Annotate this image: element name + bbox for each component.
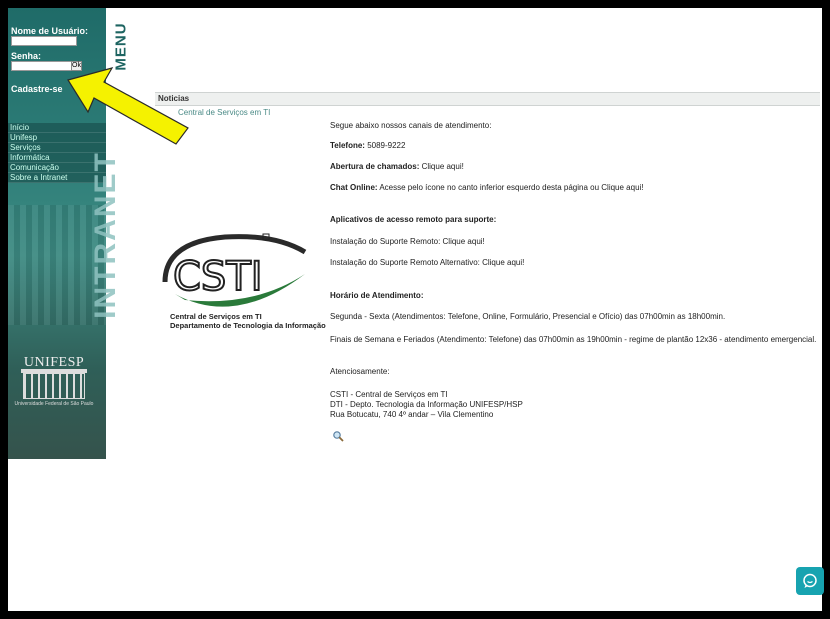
unifesp-building-icon	[21, 369, 87, 399]
chat-button[interactable]	[796, 567, 824, 595]
remote-link-1[interactable]: Instalação do Suporte Remoto: Clique aqu…	[330, 237, 485, 246]
intro-text: Segue abaixo nossos canais de atendiment…	[330, 121, 492, 130]
chat-line: Chat Online: Acesse pelo ícone no canto …	[330, 183, 644, 192]
tickets-link[interactable]: Clique aqui!	[419, 162, 464, 171]
intranet-label: INTRANET	[86, 140, 122, 320]
magnifier-icon[interactable]	[332, 430, 344, 442]
tickets-label: Abertura de chamados:	[330, 162, 420, 171]
register-link[interactable]: Cadastre-se	[11, 84, 63, 94]
remote-heading: Aplicativos de acesso remoto para suport…	[330, 215, 496, 224]
phone-value: 5089-9222	[364, 141, 406, 150]
chat-bubble-icon	[803, 573, 817, 588]
chat-label: Chat Online:	[330, 183, 378, 192]
phone-line: Telefone: 5089-9222	[330, 141, 405, 150]
hours-heading: Horário de Atendimento:	[330, 291, 423, 300]
csti-caption-line2: Departamento de Tecnologia da Informação	[170, 321, 326, 330]
hours-heading-text: Horário de Atendimento:	[330, 291, 424, 300]
csti-caption: Central de Serviços em TI Departamento d…	[170, 312, 326, 330]
csti-caption-line1: Central de Serviços em TI	[170, 312, 262, 321]
chat-link[interactable]: Acesse pelo ícone no canto inferior esqu…	[378, 183, 643, 192]
csti-logo-text: CSTI	[173, 254, 263, 300]
signature-line-2: DTI - Depto. Tecnologia da Informação UN…	[330, 400, 523, 409]
username-input[interactable]	[11, 36, 77, 46]
tickets-line: Abertura de chamados: Clique aqui!	[330, 162, 464, 171]
password-label: Senha:	[11, 51, 42, 61]
regards-text: Atenciosamente:	[330, 367, 390, 376]
signature-line-3: Rua Botucatu, 740 4º andar – Vila Clemen…	[330, 410, 494, 419]
intranet-text: INTRANET	[89, 151, 122, 319]
hours-weekday: Segunda - Sexta (Atendimentos: Telefone,…	[330, 312, 726, 321]
signature-line-1: CSTI - Central de Serviços em TI	[330, 390, 448, 399]
unifesp-subtitle: Universidade Federal de São Paulo	[14, 401, 94, 407]
section-title-bar: Noticias	[155, 92, 820, 106]
unifesp-logo: UNIFESP Universidade Federal de São Paul…	[14, 355, 94, 425]
remote-link-2[interactable]: Instalação do Suporte Remoto Alternativo…	[330, 258, 524, 267]
hours-weekend: Finais de Semana e Feriados (Atendimento…	[330, 335, 817, 344]
remote-heading-text: Aplicativos de acesso remoto para suport…	[330, 215, 497, 224]
yellow-arrow-annotation	[67, 67, 189, 145]
phone-label: Telefone:	[330, 141, 365, 150]
username-label: Nome de Usuário:	[11, 26, 89, 36]
